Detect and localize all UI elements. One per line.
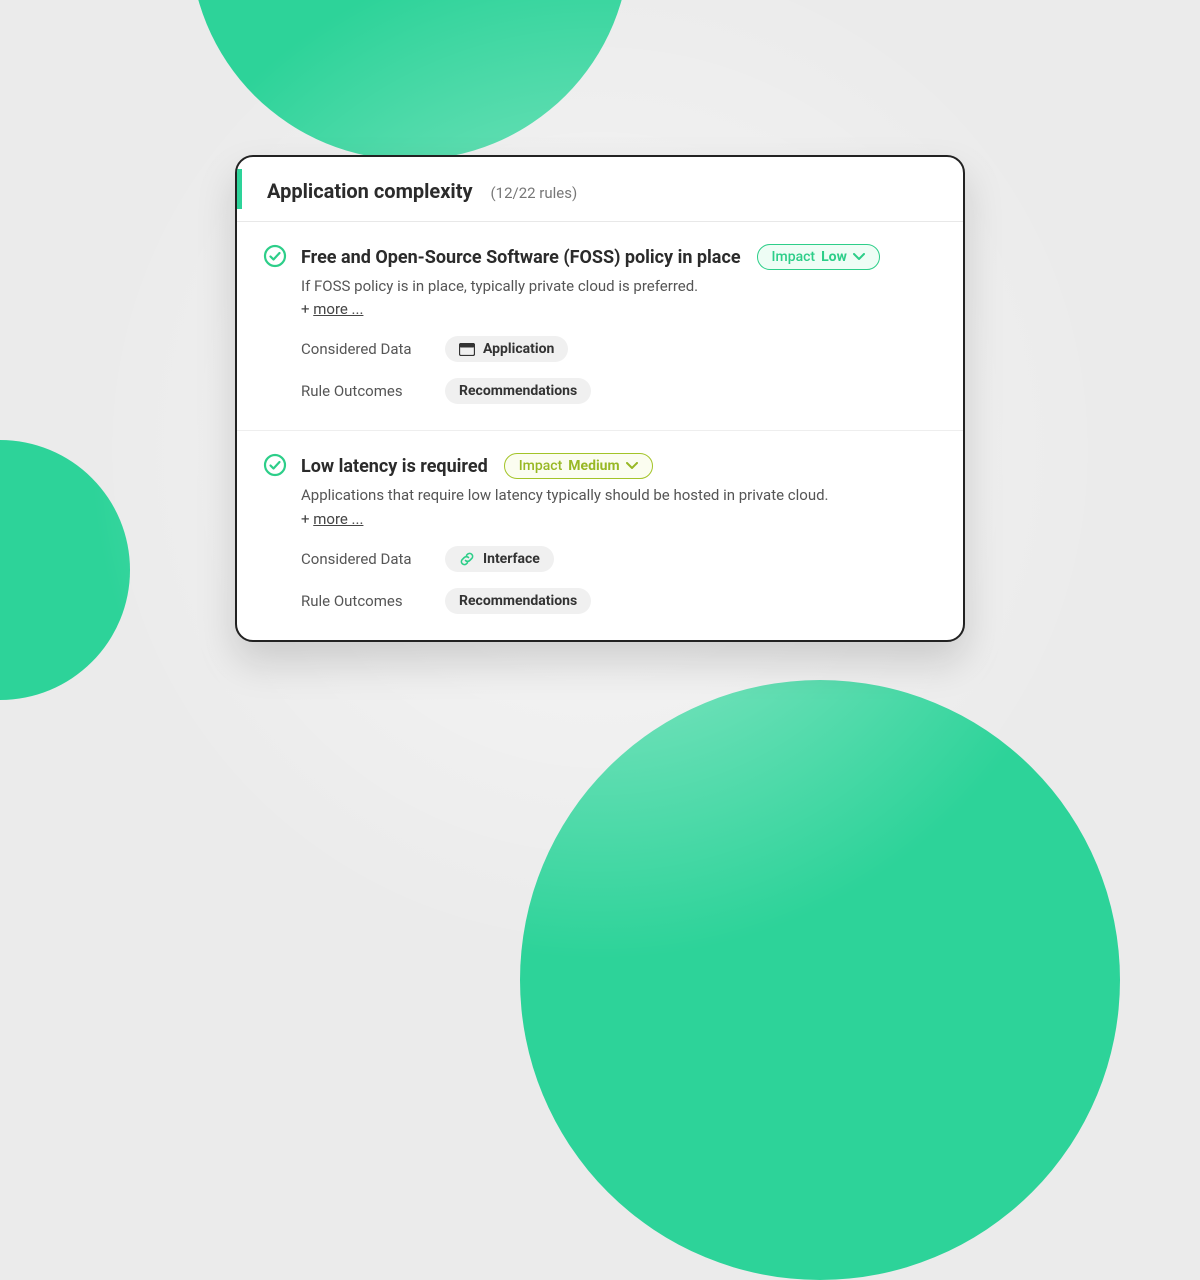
rule-item: Low latency is required Impact Medium Ap…	[237, 431, 963, 639]
decorative-circle	[190, 0, 630, 160]
considered-data-value: Application	[483, 341, 554, 357]
rule-title: Free and Open-Source Software (FOSS) pol…	[301, 247, 741, 268]
decorative-circle	[0, 440, 130, 700]
considered-data-pill[interactable]: Application	[445, 336, 568, 362]
impact-label: Impact	[519, 458, 563, 474]
rule-body: Low latency is required Impact Medium Ap…	[301, 453, 933, 613]
considered-data-label: Considered Data	[301, 340, 423, 358]
more-link-row: + more ...	[301, 300, 933, 318]
application-window-icon	[459, 343, 475, 356]
considered-data-value: Interface	[483, 551, 540, 567]
card-header: Application complexity (12/22 rules)	[237, 157, 963, 222]
rule-outcomes-pill[interactable]: Recommendations	[445, 588, 591, 614]
rule-outcomes-label: Rule Outcomes	[301, 382, 423, 400]
rule-outcomes-pill[interactable]: Recommendations	[445, 378, 591, 404]
more-link[interactable]: more ...	[313, 300, 363, 318]
impact-level: Low	[821, 249, 847, 265]
more-prefix: +	[301, 300, 313, 318]
rule-outcome-value: Recommendations	[459, 383, 577, 399]
rules-card: Application complexity (12/22 rules) Fre…	[235, 155, 965, 642]
chevron-down-icon	[853, 251, 865, 264]
considered-data-pill[interactable]: Interface	[445, 546, 554, 572]
rule-description: If FOSS policy is in place, typically pr…	[301, 276, 933, 296]
more-link-row: + more ...	[301, 510, 933, 528]
rule-count: (12/22 rules)	[491, 184, 578, 202]
more-link[interactable]: more ...	[313, 510, 363, 528]
rule-title: Low latency is required	[301, 456, 488, 477]
rule-body: Free and Open-Source Software (FOSS) pol…	[301, 244, 933, 404]
rule-outcomes-label: Rule Outcomes	[301, 592, 423, 610]
impact-level: Medium	[568, 458, 619, 474]
check-circle-icon	[263, 453, 287, 613]
rule-outcome-value: Recommendations	[459, 593, 577, 609]
decorative-circle	[520, 680, 1120, 1280]
link-icon	[459, 551, 475, 567]
more-prefix: +	[301, 510, 313, 528]
rule-item: Free and Open-Source Software (FOSS) pol…	[237, 222, 963, 431]
rule-description: Applications that require low latency ty…	[301, 485, 933, 505]
impact-dropdown[interactable]: Impact Medium	[504, 453, 653, 479]
considered-data-label: Considered Data	[301, 550, 423, 568]
check-circle-icon	[263, 244, 287, 404]
impact-dropdown[interactable]: Impact Low	[757, 244, 880, 270]
section-title: Application complexity	[267, 179, 473, 203]
impact-label: Impact	[772, 249, 816, 265]
chevron-down-icon	[626, 460, 638, 473]
